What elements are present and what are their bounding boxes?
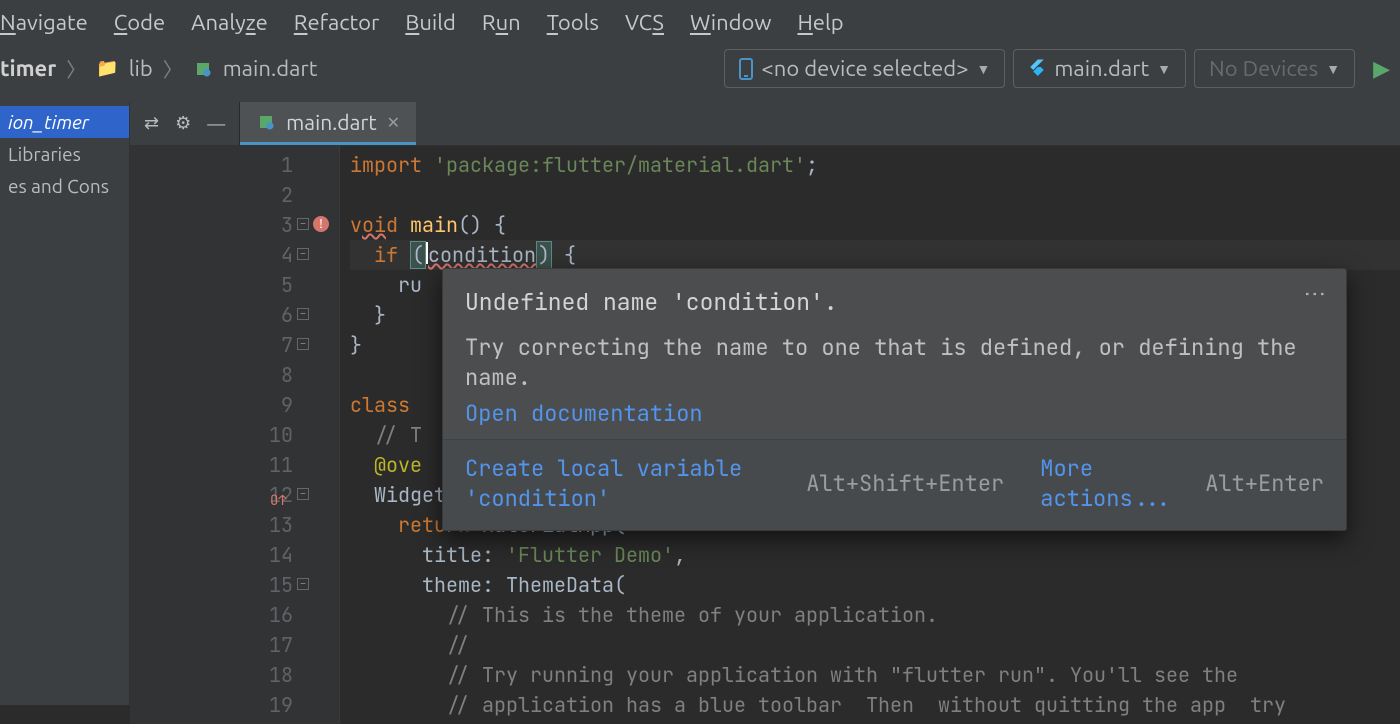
run-config-label: main.dart [1054,56,1149,81]
tab-label: main.dart [286,110,376,134]
device-selector-label: <no device selected> [761,56,968,81]
fold-icon[interactable]: – [297,488,309,500]
breadcrumb-project[interactable]: timer [0,56,56,81]
run-button[interactable]: ▶ [1373,56,1390,82]
code-line[interactable] [350,180,1400,210]
menu-analyze[interactable]: Analyze [191,10,268,35]
breadcrumb-sep-icon: 〉 [163,54,183,83]
sidebar-item[interactable]: ion_timer [0,106,129,138]
code-line[interactable]: theme: ThemeData( [350,570,1400,600]
code-line[interactable]: // [350,630,1400,660]
folder-icon: 📁 [96,58,118,79]
fold-icon[interactable]: – [297,338,309,350]
code-line[interactable]: void main() { [350,210,1400,240]
error-icon[interactable]: ! [313,216,329,232]
open-documentation-link[interactable]: Open documentation [465,399,703,428]
toolbar: timer 〉 📁 lib 〉 main.dart <no device sel… [0,45,1400,102]
devices-dropdown-label: No Devices [1209,56,1318,81]
breadcrumb-sep-icon: 〉 [66,54,86,83]
tab-main-dart[interactable]: main.dart ✕ [240,102,416,145]
fold-icon[interactable]: – [297,578,309,590]
sidebar-item[interactable]: Libraries [0,138,129,170]
device-selector[interactable]: <no device selected> ▼ [724,49,1005,88]
phone-icon [739,58,753,80]
menu-help[interactable]: Help [797,10,843,35]
chevron-down-icon: ▼ [1326,61,1340,77]
menu-build[interactable]: Build [405,10,456,35]
dart-file-icon [193,59,213,79]
code-line[interactable]: // This is the theme of your application… [350,600,1400,630]
menu-refactor[interactable]: Refactor [294,10,380,35]
tabbar: ⇄ ⚙ — main.dart ✕ [130,102,1400,146]
flutter-icon [1028,57,1046,80]
collapse-icon[interactable]: — [207,114,225,134]
fold-icon[interactable]: – [297,218,309,230]
fix-shortcut: Alt+Shift+Enter [806,469,1004,499]
menubar: Navigate Code Analyze Refactor Build Run… [0,0,1400,45]
code-line[interactable]: // Try running your application with "fl… [350,660,1400,690]
code-editor[interactable]: 123!–4–56–7–89101112–O↑131415–16171819 i… [130,146,1400,724]
menu-navigate[interactable]: Navigate [0,10,88,35]
breadcrumb-folder[interactable]: lib [129,56,153,81]
sidebar-item[interactable]: es and Cons [0,170,129,202]
fold-icon[interactable]: – [297,248,309,260]
fold-icon[interactable]: – [297,308,309,320]
create-variable-action[interactable]: Create local variable 'condition' [465,454,788,514]
chevron-down-icon: ▼ [1157,61,1171,77]
chevron-down-icon: ▼ [977,61,991,77]
run-config-selector[interactable]: main.dart ▼ [1013,49,1186,88]
menu-window[interactable]: Window [690,10,772,35]
devices-dropdown[interactable]: No Devices ▼ [1194,49,1355,88]
popup-title: Undefined name 'condition'. [465,287,1324,317]
code-line[interactable]: if (condition) { [350,240,1400,270]
breadcrumb: timer 〉 📁 lib 〉 main.dart [0,54,716,83]
popup-description: Try correcting the name to one that is d… [465,333,1324,393]
dart-file-icon [256,112,276,132]
project-tree: ion_timerLibrarieses and Cons [0,102,130,705]
menu-vcs[interactable]: VCS [625,10,664,35]
close-icon[interactable]: ✕ [387,113,400,132]
menu-tools[interactable]: Tools [547,10,599,35]
more-options-icon[interactable]: ⋮ [1300,283,1330,307]
code-line[interactable]: // application has a blue toolbar Then w… [350,690,1400,720]
menu-run[interactable]: Run [482,10,521,35]
error-popup: ⋮ Undefined name 'condition'. Try correc… [442,268,1347,531]
code-line[interactable]: import 'package:flutter/material.dart'; [350,150,1400,180]
code-line[interactable]: title: 'Flutter Demo', [350,540,1400,570]
editor-area: ⇄ ⚙ — main.dart ✕ 123!–4–56–7–89101112–O… [130,102,1400,705]
menu-code[interactable]: Code [114,10,165,35]
breadcrumb-file[interactable]: main.dart [223,56,318,81]
gutter: 123!–4–56–7–89101112–O↑131415–16171819 [130,146,340,724]
more-actions-link[interactable]: More actions... [1040,454,1187,514]
toggle-icon[interactable]: ⇄ [144,113,159,134]
more-shortcut: Alt+Enter [1205,469,1324,499]
gear-icon[interactable]: ⚙ [175,113,191,134]
